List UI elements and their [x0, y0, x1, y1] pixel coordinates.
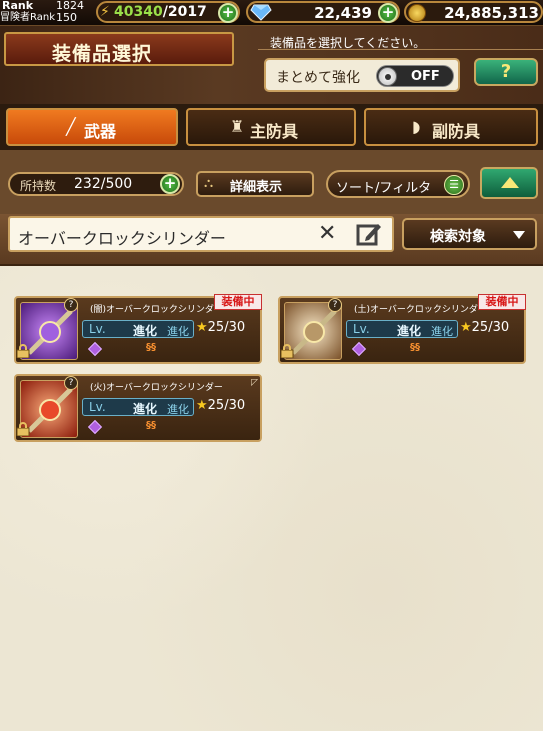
stamina-display: ⚡ 40340/2017 + — [96, 1, 240, 23]
search-target-dropdown[interactable]: 検索対象 — [402, 218, 537, 250]
stamina-max: /2017 — [162, 4, 207, 20]
slot-gem-icon — [87, 419, 103, 435]
skill-slot-icon: §§ — [410, 342, 420, 353]
divider — [258, 49, 543, 50]
lock-icon[interactable] — [16, 344, 30, 358]
lock-icon[interactable] — [280, 344, 294, 358]
edit-icon[interactable] — [356, 221, 382, 247]
status-bar: Rank 1824 冒険者Rank 150 ⚡ 40340/2017 + 22,… — [0, 0, 543, 26]
rank-label: Rank — [2, 0, 34, 12]
tab-main-armor[interactable]: ♜ 主防具 — [186, 108, 356, 146]
star-icon: ★ — [196, 398, 208, 413]
info-icon[interactable]: ? — [64, 298, 78, 312]
toggle-knob — [378, 67, 397, 86]
info-icon[interactable]: ? — [64, 376, 78, 390]
detail-view-button[interactable]: ⛬ 詳細表示 — [196, 171, 314, 197]
slot-gem-icon — [351, 341, 367, 357]
owned-value: 232/500 — [74, 176, 133, 192]
page-title: 装備品選択 — [52, 43, 153, 65]
clear-icon[interactable]: ✕ — [318, 221, 336, 246]
star-count: ★25/30 — [196, 320, 246, 335]
detail-icon: ⛬ — [204, 176, 214, 191]
slot-gem-icon — [87, 341, 103, 357]
stamina-current: 40340 — [114, 4, 163, 20]
level-bar: Lv. 進化 進化 — [346, 320, 458, 338]
help-button[interactable]: ? — [474, 58, 538, 86]
tab-weapon[interactable]: ╱ 武器 — [6, 108, 178, 146]
bulk-enhance-toggle[interactable]: OFF — [376, 65, 454, 87]
armor-icon: ♜ — [230, 117, 245, 136]
tab-sub-armor[interactable]: ◗ 副防具 — [364, 108, 538, 146]
level-bar: Lv. 進化 進化 — [82, 320, 194, 338]
item-name: (火)オーバークロックシリンダー — [90, 383, 223, 393]
sort-filter-button[interactable]: ソート/フィルタ ☰ — [326, 170, 470, 198]
star-icon: ★ — [460, 320, 472, 335]
gem-icon — [250, 4, 272, 21]
category-tabs: ╱ 武器 ♜ 主防具 ◗ 副防具 — [0, 104, 543, 150]
level-bar: Lv. 進化 進化 — [82, 398, 194, 416]
shield-icon: ◗ — [412, 117, 421, 136]
toggle-state: OFF — [411, 69, 440, 84]
collapse-button[interactable] — [480, 167, 538, 199]
adventurer-rank-label: 冒険者Rank — [0, 12, 55, 23]
skill-slot-icon: §§ — [146, 420, 156, 431]
skill-slot-icon: §§ — [146, 342, 156, 353]
coin-display: 24,885,313 — [404, 1, 543, 23]
search-bar: オーバークロックシリンダー ✕ 検索対象 — [0, 214, 543, 266]
list-item[interactable]: ? (闇)オーバークロックシリンダー 装備中 Lv. 進化 進化 ★25/30 … — [14, 294, 262, 364]
equipped-badge: 装備中 — [478, 294, 526, 310]
coin-icon — [408, 4, 426, 22]
bulk-enhance-panel: まとめて強化 OFF — [264, 58, 460, 92]
stamina-bolt-icon: ⚡ — [100, 4, 110, 20]
search-input[interactable]: オーバークロックシリンダー ✕ — [8, 216, 394, 252]
lock-icon[interactable] — [16, 422, 30, 436]
star-count: ★25/30 — [196, 398, 246, 413]
sword-icon: ╱ — [66, 117, 76, 136]
add-stamina-button[interactable]: + — [218, 3, 238, 23]
gem-display: 22,439 + — [246, 1, 400, 23]
menu-icon: ☰ — [444, 175, 464, 195]
item-list: ? (闇)オーバークロックシリンダー 装備中 Lv. 進化 進化 ★25/30 … — [0, 266, 543, 731]
triangle-up-icon — [501, 177, 519, 188]
expand-inventory-button[interactable]: + — [160, 174, 180, 194]
owned-count: 所持数 232/500 + — [8, 172, 184, 196]
header: 装備品選択 装備品を選択してください。 まとめて強化 OFF ? — [0, 26, 543, 104]
corner-fold-icon: ◸ — [251, 378, 258, 388]
search-value: オーバークロックシリンダー — [18, 229, 226, 248]
equipped-badge: 装備中 — [214, 294, 262, 310]
star-count: ★25/30 — [460, 320, 510, 335]
item-name: (闇)オーバークロックシリンダー — [90, 305, 223, 315]
adventurer-rank-value: 150 — [56, 11, 77, 24]
filter-bar: 所持数 232/500 + ⛬ 詳細表示 ソート/フィルタ ☰ — [0, 150, 543, 214]
coin-count: 24,885,313 — [444, 4, 539, 22]
info-icon[interactable]: ? — [328, 298, 342, 312]
bulk-enhance-label: まとめて強化 — [276, 70, 360, 86]
chevron-down-icon — [513, 231, 525, 239]
add-gems-button[interactable]: + — [378, 3, 398, 23]
gem-count: 22,439 — [314, 4, 372, 22]
list-item[interactable]: ? (火)オーバークロックシリンダー ◸ Lv. 進化 進化 ★25/30 §§ — [14, 374, 262, 442]
owned-label: 所持数 — [20, 179, 57, 193]
item-name: (土)オーバークロックシリンダー — [354, 305, 487, 315]
list-item[interactable]: ? (土)オーバークロックシリンダー 装備中 Lv. 進化 進化 ★25/30 … — [278, 294, 526, 364]
title-plate: 装備品選択 — [4, 32, 234, 66]
star-icon: ★ — [196, 320, 208, 335]
